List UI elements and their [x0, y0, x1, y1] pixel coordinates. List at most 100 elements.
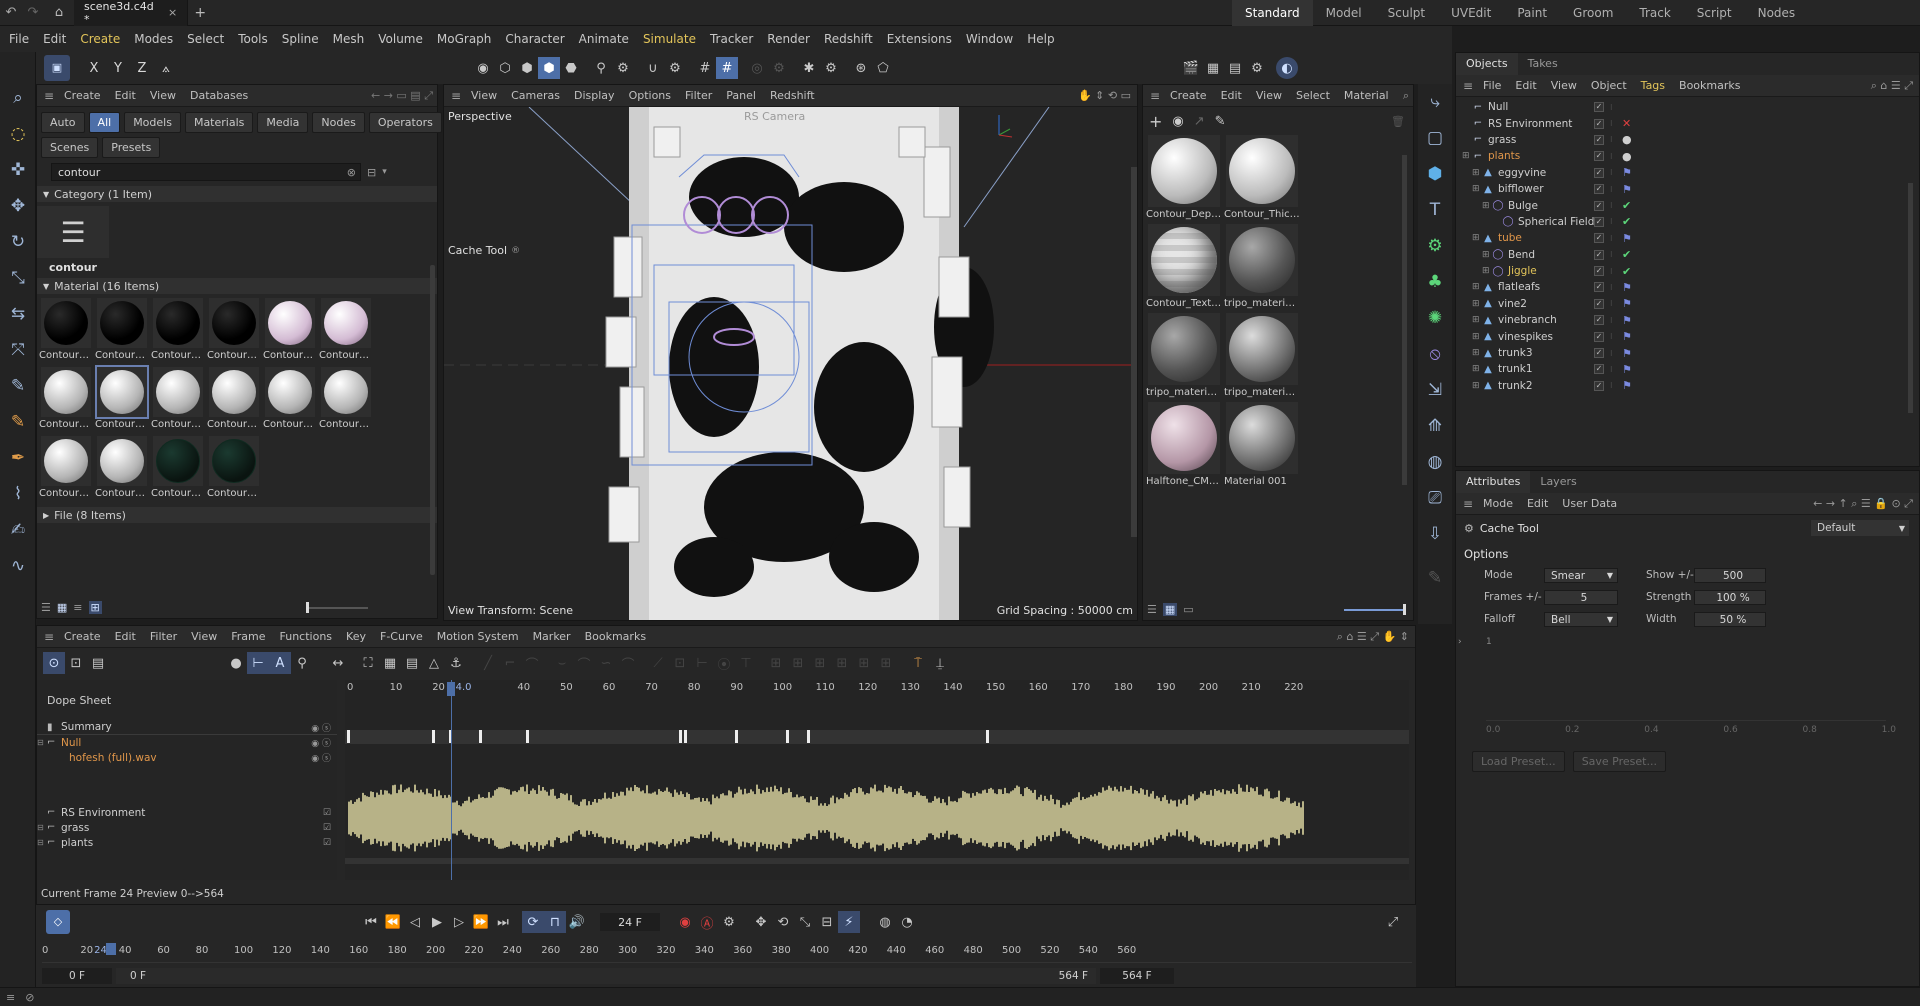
visibility-dots[interactable]: ⁝ — [1610, 185, 1613, 194]
brush-selection-icon[interactable]: ✎ — [0, 404, 36, 440]
save-search-icon[interactable]: ⊟ — [367, 166, 376, 179]
tag-icon[interactable]: ⚑ — [1622, 379, 1632, 392]
visibility-dots[interactable]: ⁝ — [1610, 283, 1613, 292]
uv-mode-icon[interactable]: ⬣ — [560, 57, 582, 79]
menu-icon[interactable]: ≡ — [1456, 79, 1476, 93]
expand-toggle[interactable]: ⊞ — [1472, 168, 1482, 178]
summary-keyframe[interactable] — [432, 730, 436, 743]
tl-menu-filter[interactable]: Filter — [143, 630, 184, 643]
object-row[interactable]: ⊞ ◯ Bend ✓ ⁝ ✔ — [1462, 247, 1919, 263]
preview-start-field[interactable]: 0 F 564 F — [116, 968, 1096, 984]
key-settings-icon[interactable]: ⚙ — [718, 911, 740, 933]
menu-window[interactable]: Window — [959, 26, 1020, 52]
cloner-icon[interactable]: ⚙ — [1418, 228, 1452, 264]
expand-toggle[interactable]: ⊞ — [1462, 151, 1472, 161]
tag-icon[interactable]: ⚑ — [1622, 183, 1632, 196]
tag-icon[interactable]: ⚑ — [1622, 232, 1632, 245]
visibility-dots[interactable]: ⁝ — [1610, 316, 1613, 325]
mat-menu-material[interactable]: Material — [1337, 89, 1396, 102]
transport-ruler[interactable]: 0 20 24 40 60 80 100 120 140 160 180 200 220 240 260 28… — [42, 943, 1412, 963]
enabled-check-icon[interactable]: ✔ — [1622, 199, 1631, 212]
grid-icon[interactable]: # — [694, 57, 716, 79]
list-view-icon[interactable]: ☰ — [41, 601, 51, 614]
layout-tab-model[interactable]: Model — [1313, 0, 1375, 26]
visibility-dots[interactable]: ⁝ — [1610, 168, 1613, 177]
edges-mode-icon[interactable]: ⬢ — [516, 57, 538, 79]
layer-visibility-check[interactable]: ✓ — [1594, 315, 1604, 326]
add-marker-icon[interactable]: ⍊ — [929, 652, 951, 674]
visibility-dots[interactable]: ⁝ — [1610, 103, 1613, 112]
layer-visibility-check[interactable]: ✓ — [1594, 167, 1604, 178]
polygons-mode-icon[interactable]: ⬢ — [538, 57, 560, 79]
obj-menu-tags[interactable]: Tags — [1634, 79, 1672, 92]
play-icon[interactable]: ▶ — [426, 911, 448, 933]
expand-toggle[interactable]: ⊞ — [1482, 266, 1492, 276]
close-tab-icon[interactable]: × — [168, 6, 177, 19]
expand-toggle[interactable]: ⊞ — [1472, 332, 1482, 342]
asset-menu-create[interactable]: Create — [57, 89, 108, 102]
visibility-dots[interactable]: ⁝ — [1610, 381, 1613, 390]
visibility-dots[interactable]: ⁝ — [1610, 365, 1613, 374]
search-icon[interactable]: ⌕ — [0, 80, 36, 116]
key-marker-icon[interactable]: ⍑ — [907, 652, 929, 674]
layout-tab-groom[interactable]: Groom — [1560, 0, 1626, 26]
track-visibility-icons[interactable]: ☑ — [323, 823, 331, 833]
preset-dropdown[interactable]: Default ▼ — [1811, 520, 1909, 536]
sketch-icon[interactable]: ✍ — [0, 512, 36, 548]
object-row[interactable]: ⊞ ▲ trunk2 ✓ ⁝ ⚑ — [1462, 378, 1919, 394]
material-item[interactable]: Contour_Depth_C — [1146, 135, 1222, 220]
object-row[interactable]: ⊞ ◯ Bulge ✓ ⁝ ✔ — [1462, 197, 1919, 213]
material-asset-selected[interactable]: Contour_... — [95, 365, 149, 430]
visibility-dots[interactable]: ⁝ — [1610, 250, 1613, 259]
filter-presets[interactable]: Presets — [102, 137, 161, 158]
track-visibility-icons[interactable]: ◉ ⓢ — [311, 751, 331, 764]
object-row[interactable]: ⊞ ▲ flatleafs ✓ ⁝ ⚑ — [1462, 279, 1919, 295]
material-asset[interactable]: Contour_... — [39, 298, 93, 361]
material-asset[interactable]: Contour_... — [39, 367, 93, 430]
pin-tool-icon[interactable]: ⚓ — [445, 652, 467, 674]
object-row[interactable]: ⊞ ▲ vine2 ✓ ⁝ ⚑ — [1462, 296, 1919, 312]
track-row[interactable]: ⊟ ⌐ plants ☑ — [37, 835, 337, 850]
tag-icon[interactable]: ⚑ — [1622, 347, 1632, 360]
object-row[interactable]: ⊞ ▲ eggyvine ✓ ⁝ ⚑ — [1462, 165, 1919, 181]
camera-icon[interactable]: ⤷ — [1418, 84, 1452, 120]
key-rotation-icon[interactable]: ⟲ — [772, 911, 794, 933]
cube-outline-icon[interactable]: ▢ — [1418, 120, 1452, 156]
object-row[interactable]: ⊞ ▲ bifflower ✓ ⁝ ⚑ — [1462, 181, 1919, 197]
end-frame-field[interactable]: 564 F — [1100, 968, 1174, 984]
visibility-dots[interactable]: ⁝ — [1610, 332, 1613, 341]
zoom-slider[interactable] — [305, 601, 368, 613]
material-asset[interactable]: Contour_... — [319, 367, 373, 430]
timeline-ruler[interactable]: 0 10 20 24.0 40 50 60 70 80 90 100 110 120 130 140 150 1… — [345, 680, 1409, 698]
object-row[interactable]: ◯ Spherical Field ✓ ⁝ ✔ — [1462, 214, 1919, 230]
track-visibility-icons[interactable]: ☑ — [323, 838, 331, 848]
obj-menu-edit[interactable]: Edit — [1508, 79, 1543, 92]
search-dropdown-icon[interactable]: ▾ — [382, 167, 387, 177]
obj-menu-bookmarks[interactable]: Bookmarks — [1672, 79, 1747, 92]
person-icon[interactable]: ⚲ — [291, 652, 313, 674]
object-row[interactable]: ⊞ ◯ Jiggle ✓ ⁝ ✔ — [1462, 263, 1919, 279]
sphere-icon[interactable]: ● — [225, 652, 247, 674]
menu-mesh[interactable]: Mesh — [326, 26, 372, 52]
deformer-icon[interactable]: ⦸ — [1418, 336, 1452, 372]
filter-models[interactable]: Models — [124, 112, 181, 133]
playhead-handle[interactable] — [447, 682, 455, 696]
visibility-dots[interactable]: ⁝ — [1610, 349, 1613, 358]
clear-search-icon[interactable]: ⊗ — [347, 166, 356, 179]
visibility-dots[interactable]: ⁝ — [1610, 234, 1613, 243]
track-visibility-icons[interactable]: ◉ ⓢ — [311, 736, 331, 749]
auto-key-icon[interactable]: Ⓐ — [696, 911, 718, 933]
keyframe-tool-icon[interactable]: △ — [423, 652, 445, 674]
deformer-icon[interactable]: ✱ — [798, 57, 820, 79]
new-tab-icon[interactable]: + — [188, 5, 212, 21]
magnet-settings-icon[interactable]: ⚙ — [664, 57, 686, 79]
tweak-icon[interactable]: ✜ — [0, 152, 36, 188]
tl-menu-view[interactable]: View — [184, 630, 224, 643]
summary-keyframe[interactable] — [347, 730, 350, 743]
expand-toggle[interactable]: ⊞ — [1472, 299, 1482, 309]
key-pla-icon[interactable]: ⚡ — [838, 911, 860, 933]
effector-icon[interactable]: ✺ — [1418, 300, 1452, 336]
visibility-dots[interactable]: ⁝ — [1610, 201, 1613, 210]
menu-select[interactable]: Select — [180, 26, 231, 52]
asset-menu-view[interactable]: View — [143, 89, 183, 102]
